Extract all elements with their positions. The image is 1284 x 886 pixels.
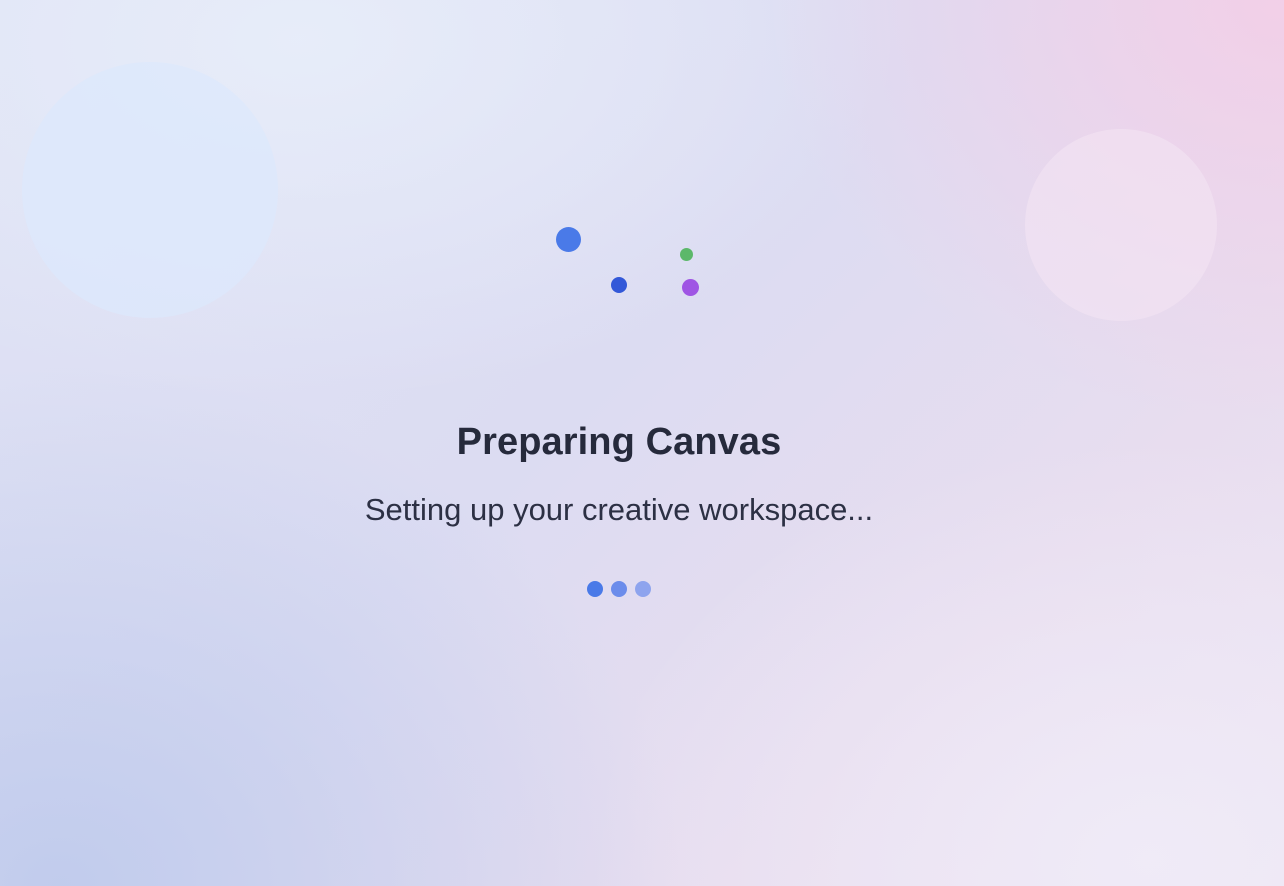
progress-dot (635, 581, 651, 597)
progress-dots (587, 581, 651, 597)
background-bubble-right (1025, 129, 1217, 321)
progress-dot (611, 581, 627, 597)
background-bubble-left (22, 62, 278, 318)
loading-subtitle: Setting up your creative workspace... (364, 492, 874, 527)
spinner-dot-green (680, 248, 693, 261)
loading-title: Preparing Canvas (456, 421, 782, 463)
spinner-dot-blue-dark (611, 277, 627, 293)
spinner-dot-blue-large (556, 227, 581, 252)
spinner-dot-purple (682, 279, 699, 296)
progress-dot (587, 581, 603, 597)
